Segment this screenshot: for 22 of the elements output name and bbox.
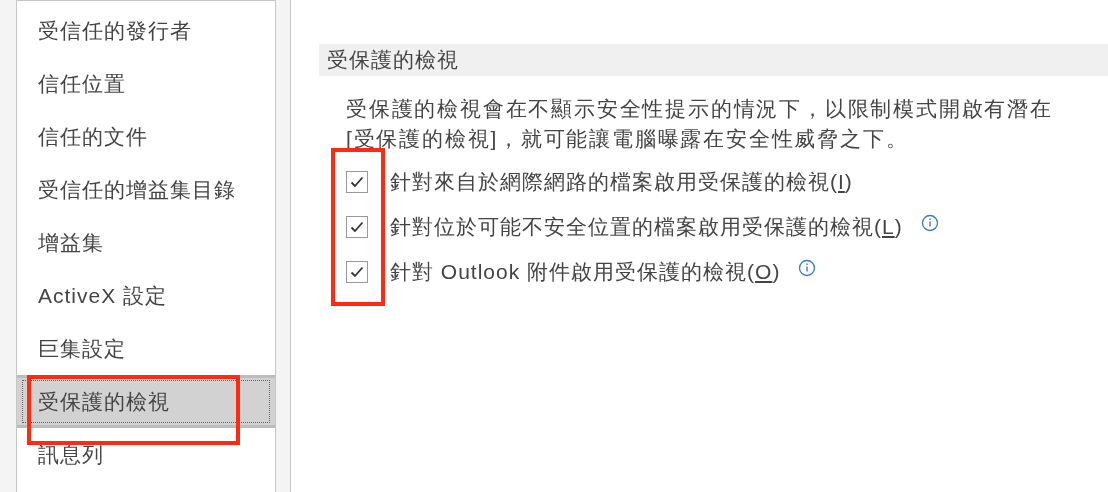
check-icon <box>350 221 364 233</box>
sidebar-item[interactable]: 增益集 <box>17 216 275 269</box>
checkbox[interactable] <box>346 171 368 193</box>
check-icon <box>350 176 364 188</box>
section-title: 受保護的檢視 <box>319 44 1108 76</box>
check-icon <box>350 266 364 278</box>
sidebar-item[interactable]: 受保護的檢視 <box>17 375 275 428</box>
sidebar-item[interactable]: ActiveX 設定 <box>17 269 275 322</box>
info-icon[interactable] <box>920 214 939 232</box>
sidebar-item[interactable]: 信任的文件 <box>17 110 275 163</box>
sidebar-item[interactable]: 受信任的發行者 <box>17 4 275 57</box>
description-text: 受保護的檢視會在不顯示安全性提示的情況下，以限制模式開啟有潛在 <box>346 96 1054 122</box>
checkbox[interactable] <box>346 261 368 283</box>
option-label[interactable]: 針對 Outlook 附件啟用受保護的檢視(O) <box>390 258 781 286</box>
sidebar-item[interactable]: 巨集設定 <box>17 322 275 375</box>
sidebar-item[interactable]: 受信任的增益集目錄 <box>17 163 275 216</box>
info-icon[interactable] <box>798 259 817 277</box>
sidebar-item[interactable]: 訊息列 <box>17 428 275 481</box>
sidebar-item[interactable]: 信任位置 <box>17 57 275 110</box>
checkbox[interactable] <box>346 216 368 238</box>
option-label[interactable]: 針對來自於網際網路的檔案啟用受保護的檢視(I) <box>390 168 853 196</box>
option-label[interactable]: 針對位於可能不安全位置的檔案啟用受保護的檢視(L) <box>390 213 903 241</box>
